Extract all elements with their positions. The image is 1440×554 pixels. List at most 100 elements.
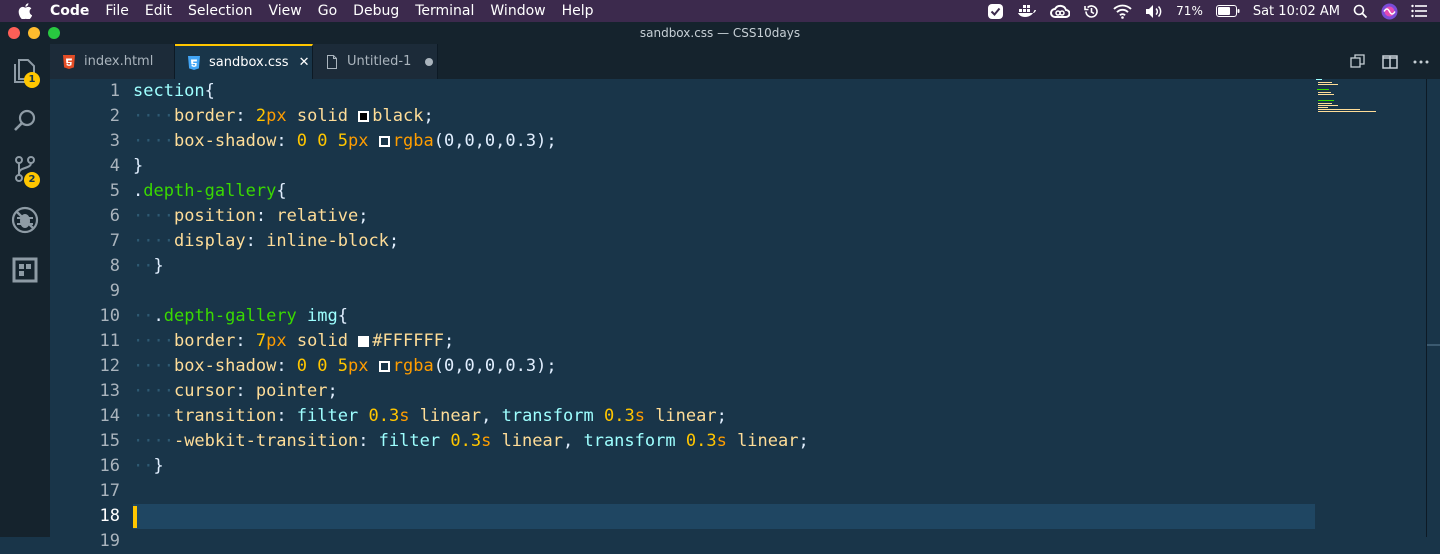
line-number[interactable]: 2 xyxy=(60,104,120,129)
menu-file[interactable]: File xyxy=(97,0,136,22)
zoom-window-button[interactable] xyxy=(48,27,60,39)
code-line[interactable]: ··} xyxy=(133,254,164,279)
code-token: linear xyxy=(655,406,717,426)
code-token: : xyxy=(358,431,379,451)
menu-help[interactable]: Help xyxy=(554,0,602,22)
code-token: ; xyxy=(798,431,809,451)
code-token: img xyxy=(307,306,338,326)
line-number[interactable]: 5 xyxy=(60,179,120,204)
source-control-button[interactable]: 2 xyxy=(10,154,40,188)
color-swatch[interactable] xyxy=(378,136,390,147)
creative-cloud-icon[interactable] xyxy=(1050,4,1071,19)
line-number[interactable]: 7 xyxy=(60,229,120,254)
line-number[interactable]: 1 xyxy=(60,79,120,104)
explorer-button[interactable]: 1 xyxy=(10,56,40,88)
extensions-icon xyxy=(12,257,38,283)
color-swatch[interactable] xyxy=(358,336,370,347)
line-number[interactable]: 9 xyxy=(60,279,120,304)
code-line[interactable]: ····display: inline-block; xyxy=(133,229,399,254)
line-number[interactable]: 15 xyxy=(60,429,120,454)
css3-icon xyxy=(188,55,200,70)
code-token: 2 xyxy=(255,106,267,126)
line-number[interactable]: 6 xyxy=(60,204,120,229)
code-token: } xyxy=(153,456,164,476)
color-swatch[interactable] xyxy=(378,361,390,372)
editor-scrollbar[interactable] xyxy=(1426,79,1440,537)
code-token: box-shadow xyxy=(173,356,277,376)
line-number[interactable]: 13 xyxy=(60,379,120,404)
code-line[interactable]: ····-webkit-transition: filter 0.3s line… xyxy=(133,429,809,454)
app-menu[interactable]: Code xyxy=(42,0,97,22)
menu-selection[interactable]: Selection xyxy=(180,0,261,22)
tab-close-icon[interactable]: ✕ xyxy=(299,55,310,70)
time-machine-icon[interactable] xyxy=(1083,3,1100,20)
color-swatch[interactable] xyxy=(358,111,370,122)
debug-button[interactable] xyxy=(10,205,40,235)
line-number[interactable]: 19 xyxy=(60,529,120,554)
line-number[interactable]: 3 xyxy=(60,129,120,154)
code-line[interactable]: ····border: 7px solid #FFFFFF; xyxy=(133,329,454,354)
code-line[interactable]: ····box-shadow: 0 0 5px rgba(0,0,0,0.3); xyxy=(133,354,557,379)
code-token: position xyxy=(173,206,256,226)
line-number[interactable]: 10 xyxy=(60,304,120,329)
docker-icon[interactable] xyxy=(1017,3,1037,19)
whitespace-marker: ···· xyxy=(133,131,174,151)
unsaved-dot-icon[interactable] xyxy=(425,57,434,66)
split-editor-icon[interactable] xyxy=(1381,53,1399,71)
code-line[interactable]: ····border: 2px solid black; xyxy=(133,104,434,129)
menu-edit[interactable]: Edit xyxy=(137,0,180,22)
battery-icon[interactable] xyxy=(1215,5,1240,17)
code-token: 0 xyxy=(296,356,308,376)
menu-window[interactable]: Window xyxy=(482,0,553,22)
spotlight-search-icon[interactable] xyxy=(1353,4,1368,19)
volume-icon[interactable] xyxy=(1145,4,1163,19)
line-number[interactable]: 12 xyxy=(60,354,120,379)
siri-icon[interactable] xyxy=(1381,3,1398,20)
tab-index-html[interactable]: index.html xyxy=(50,44,175,79)
line-number[interactable]: 16 xyxy=(60,454,120,479)
line-number[interactable]: 8 xyxy=(60,254,120,279)
checkbox-status-icon[interactable] xyxy=(987,3,1004,20)
whitespace-marker: ···· xyxy=(133,431,174,451)
code-line[interactable]: ····cursor: pointer; xyxy=(133,379,338,404)
code-line[interactable]: ····box-shadow: 0 0 5px rgba(0,0,0,0.3); xyxy=(133,129,557,154)
line-number[interactable]: 18 xyxy=(60,504,120,529)
apple-icon[interactable] xyxy=(18,3,32,19)
code-line[interactable]: ····position: relative; xyxy=(133,204,368,229)
code-token: . xyxy=(153,306,164,326)
search-button[interactable] xyxy=(10,106,40,136)
code-line[interactable]: ····transition: filter 0.3s linear, tran… xyxy=(133,404,727,429)
menu-view[interactable]: View xyxy=(261,0,310,22)
code-editor[interactable]: 1 2 3 4 5 6 7 8 9 10 11 12 13 14 15 16 17 18 19 section{··… xyxy=(50,79,1440,551)
line-number[interactable]: 4 xyxy=(60,154,120,179)
extensions-button[interactable] xyxy=(10,255,40,285)
code-token: inline-block xyxy=(266,231,389,251)
code-line[interactable]: ··.depth-gallery img{ xyxy=(133,304,348,329)
code-line[interactable]: } xyxy=(133,154,143,179)
line-number[interactable]: 11 xyxy=(60,329,120,354)
tab-sandbox-css[interactable]: sandbox.css ✕ xyxy=(175,44,313,79)
minimize-window-button[interactable] xyxy=(28,27,40,39)
code-token: ; xyxy=(358,206,369,226)
menu-go[interactable]: Go xyxy=(310,0,345,22)
notification-center-icon[interactable] xyxy=(1411,4,1428,18)
code-line[interactable]: section{ xyxy=(133,79,215,104)
minimap[interactable] xyxy=(1316,79,1386,119)
open-changes-icon[interactable] xyxy=(1348,53,1366,71)
wifi-icon[interactable] xyxy=(1113,4,1132,19)
more-actions-icon[interactable] xyxy=(1412,53,1430,71)
close-window-button[interactable] xyxy=(8,27,20,39)
menu-terminal[interactable]: Terminal xyxy=(407,0,482,22)
line-number[interactable]: 14 xyxy=(60,404,120,429)
code-line[interactable]: ··} xyxy=(133,454,164,479)
tab-untitled-1[interactable]: Untitled-1 xyxy=(313,44,438,79)
menubar-clock[interactable]: Sat 10:02 AM xyxy=(1253,4,1340,19)
line-number[interactable]: 17 xyxy=(60,479,120,504)
menu-debug[interactable]: Debug xyxy=(345,0,407,22)
code-line[interactable]: .depth-gallery{ xyxy=(133,179,287,204)
code-token: transform xyxy=(583,431,676,451)
